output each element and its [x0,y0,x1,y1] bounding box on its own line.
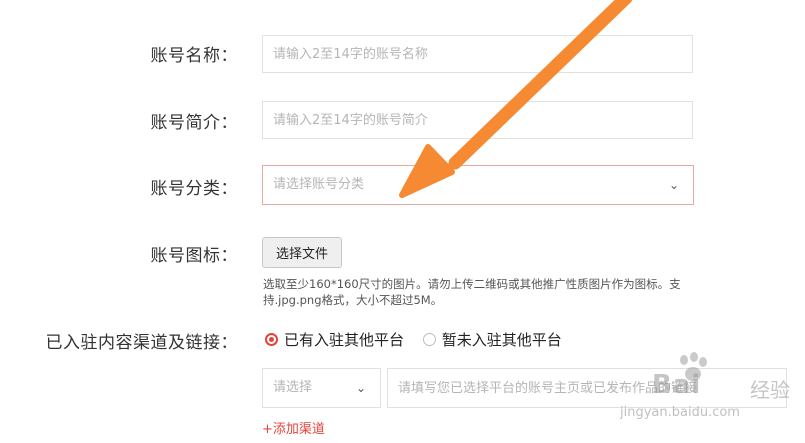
account-category-label: 账号分类： [150,179,238,199]
platform-select[interactable]: 请选择 ⌄ [262,368,381,408]
account-name-label: 账号名称： [150,46,238,66]
radio-has-platform-label: 已有入驻其他平台 [284,331,405,349]
radio-has-platform[interactable]: 已有入驻其他平台 [265,329,404,350]
account-category-select[interactable]: 请选择账号分类 ⌄ [262,165,694,205]
channel-url-input[interactable] [387,368,787,408]
chevron-down-icon: ⌄ [668,178,679,192]
radio-no-platform-label: 暂未入驻其他平台 [441,331,562,349]
radio-no-platform[interactable]: 暂未入驻其他平台 [422,329,562,350]
account-intro-input[interactable] [262,101,693,139]
radio-checked-icon [265,333,278,346]
platform-placeholder: 请选择 [273,380,313,395]
account-icon-label: 账号图标： [150,246,238,266]
add-channel-link[interactable]: +添加渠道 [262,418,325,437]
channels-label: 已入驻内容渠道及链接： [45,333,238,353]
account-intro-label: 账号简介： [150,113,238,133]
channel-radio-group: 已有入驻其他平台 暂未入驻其他平台 [265,329,576,350]
choose-file-button[interactable]: 选择文件 [262,237,342,268]
chevron-down-icon: ⌄ [355,381,366,395]
radio-unchecked-icon [422,333,436,346]
account-name-input[interactable] [262,35,693,73]
icon-hint-text: 选取至少160*160尺寸的图片。请勿上传二维码或其他推广性质图片作为图标。支持… [263,277,681,307]
category-placeholder: 请选择账号分类 [273,177,365,192]
